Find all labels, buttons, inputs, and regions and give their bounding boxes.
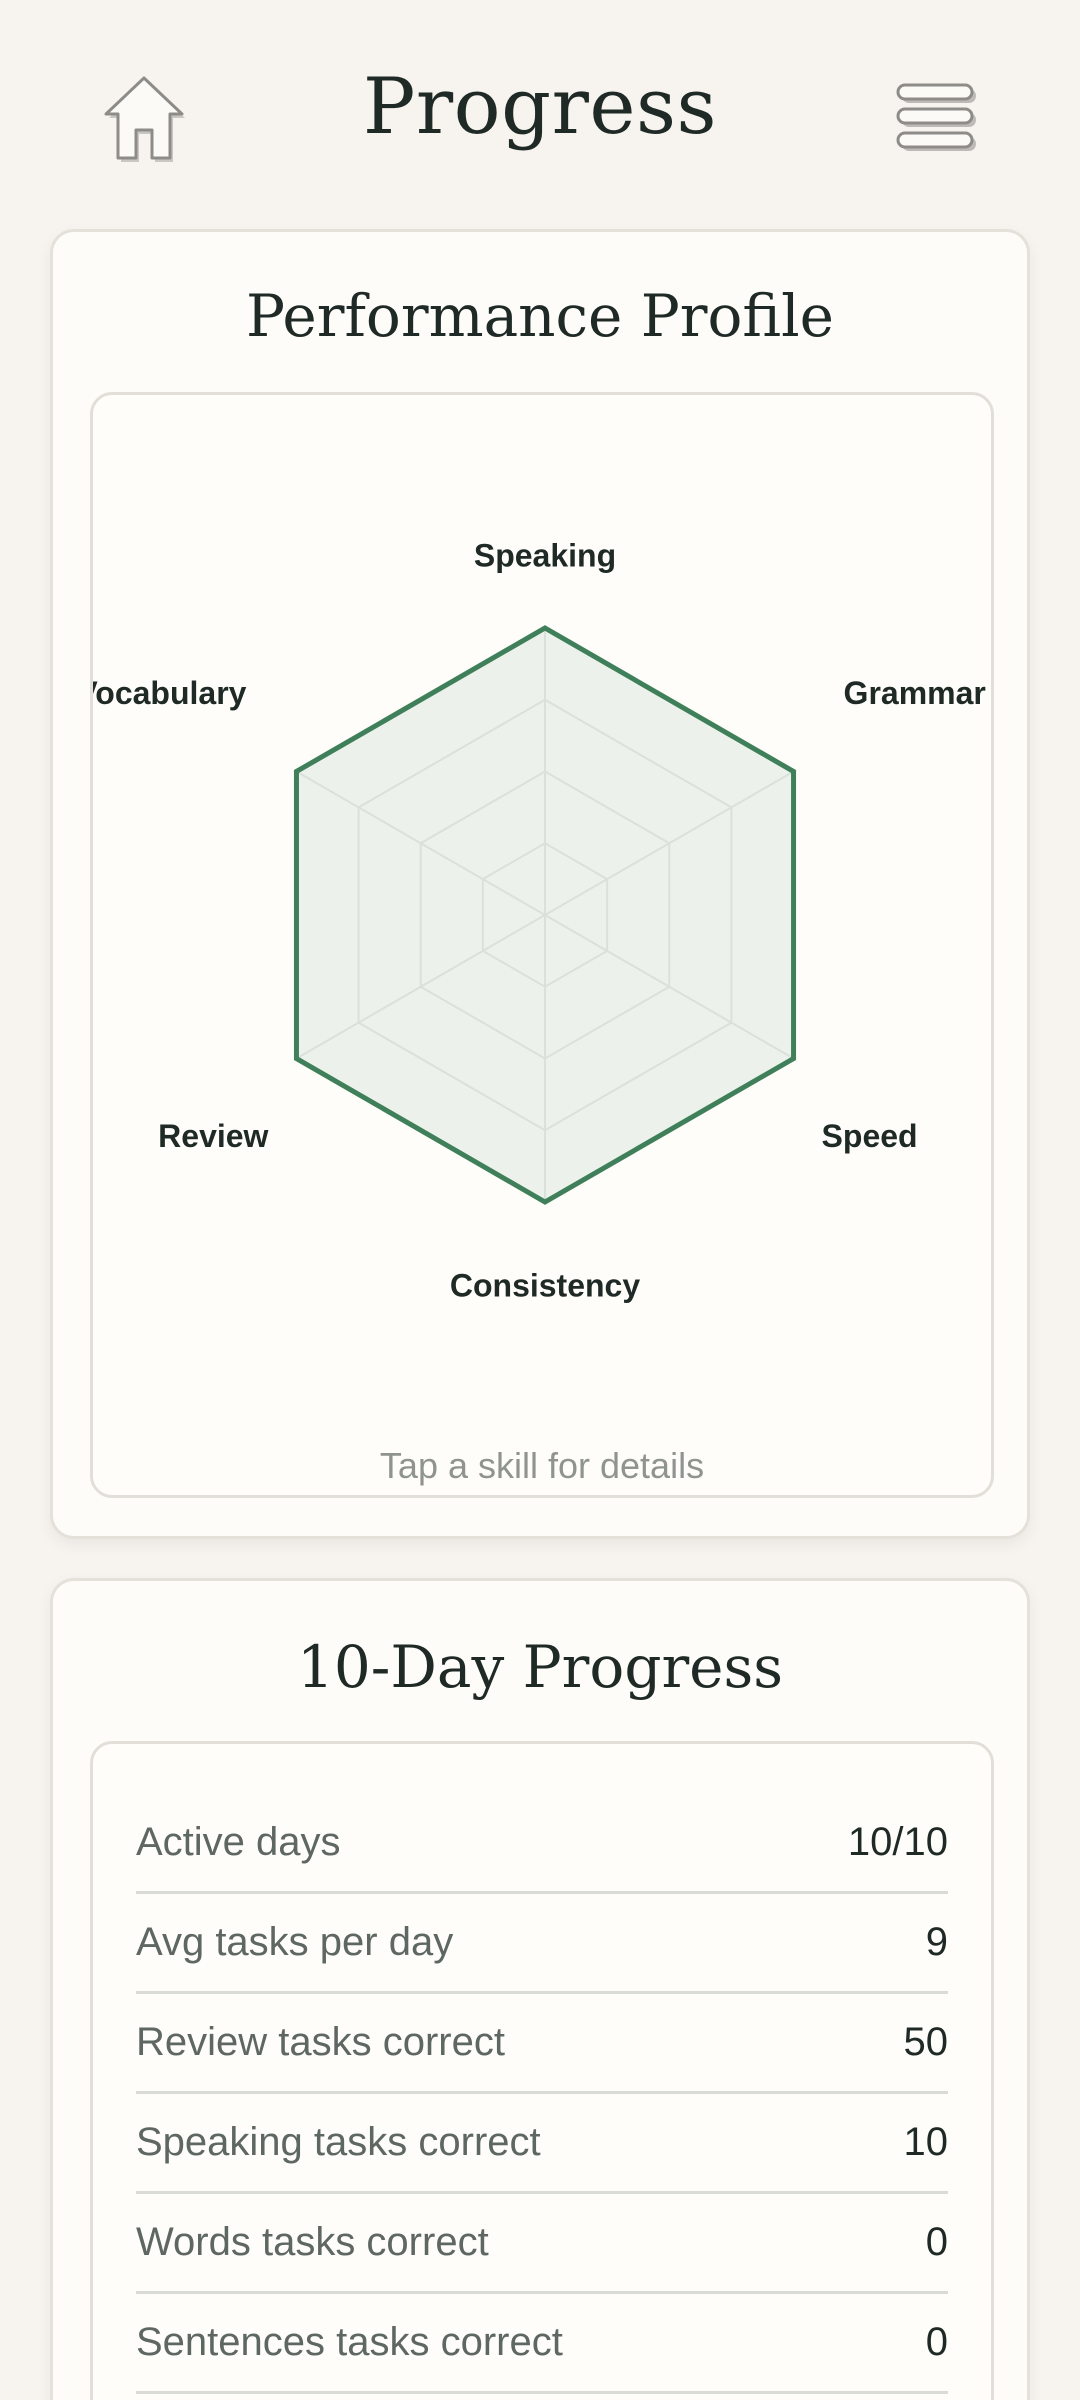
radar-chart: Speaking Grammar Speed Consistency Review Voc… (93, 537, 986, 1303)
stat-value: 50 (903, 2020, 949, 2064)
stat-row: Words tasks correct 0 (136, 2194, 948, 2294)
stat-value: 0 (925, 2320, 948, 2364)
header: Progress (0, 0, 1080, 230)
radar-hint: Tap a skill for details (379, 1445, 705, 1486)
stat-label: Avg tasks per day (136, 1920, 454, 1964)
stat-label: Words tasks correct (136, 2220, 489, 2264)
radar-axis-label-consistency[interactable]: Consistency (450, 1267, 640, 1303)
performance-profile-title: Performance Profile (246, 282, 834, 350)
radar-axis-label-grammar[interactable]: Grammar (844, 675, 986, 711)
stat-value: 10 (903, 2120, 949, 2164)
stat-label: Active days (136, 1820, 341, 1864)
stat-row: Avg tasks per day 9 (136, 1894, 948, 1994)
stat-label: Speaking tasks correct (136, 2120, 541, 2164)
ten-day-progress-card: 10-Day Progress Active days 10/10 Avg task… (50, 1578, 1030, 2400)
menu-icon (896, 83, 976, 151)
stat-row: Active days 10/10 (136, 1794, 948, 1894)
stat-row: Speaking tasks correct 10 (136, 2094, 948, 2194)
stat-label: Sentences tasks correct (136, 2320, 563, 2364)
radar-axis-label-review[interactable]: Review (158, 1118, 268, 1154)
ten-day-progress-title: 10-Day Progress (296, 1633, 784, 1701)
performance-profile-card: Performance Profile Speaking Grammar Speed… (50, 229, 1030, 1539)
progress-screen: Progress Performance Profile Speaking Gra… (0, 0, 1080, 2400)
stats-panel: Active days 10/10 Avg tasks per day 9 Review… (90, 1741, 994, 2400)
radar-axis-label-vocabulary[interactable]: Vocabulary (93, 675, 247, 711)
radar-axis-label-speaking[interactable]: Speaking (474, 537, 616, 573)
stat-label: Review tasks correct (136, 2020, 505, 2064)
radar-axis-label-speed[interactable]: Speed (822, 1118, 918, 1154)
radar-score-polygon (293, 625, 797, 1205)
radar-panel: Speaking Grammar Speed Consistency Review Voc… (90, 392, 994, 1498)
stat-row: Sentences tasks correct 0 (136, 2294, 948, 2394)
stat-row: Review tasks correct 50 (136, 1994, 948, 2094)
stats-list: Active days 10/10 Avg tasks per day 9 Review… (136, 1794, 948, 2394)
stat-value: 9 (925, 1920, 948, 1964)
stat-value: 10/10 (847, 1820, 948, 1864)
menu-button[interactable] (896, 82, 980, 158)
stat-value: 0 (925, 2220, 948, 2264)
